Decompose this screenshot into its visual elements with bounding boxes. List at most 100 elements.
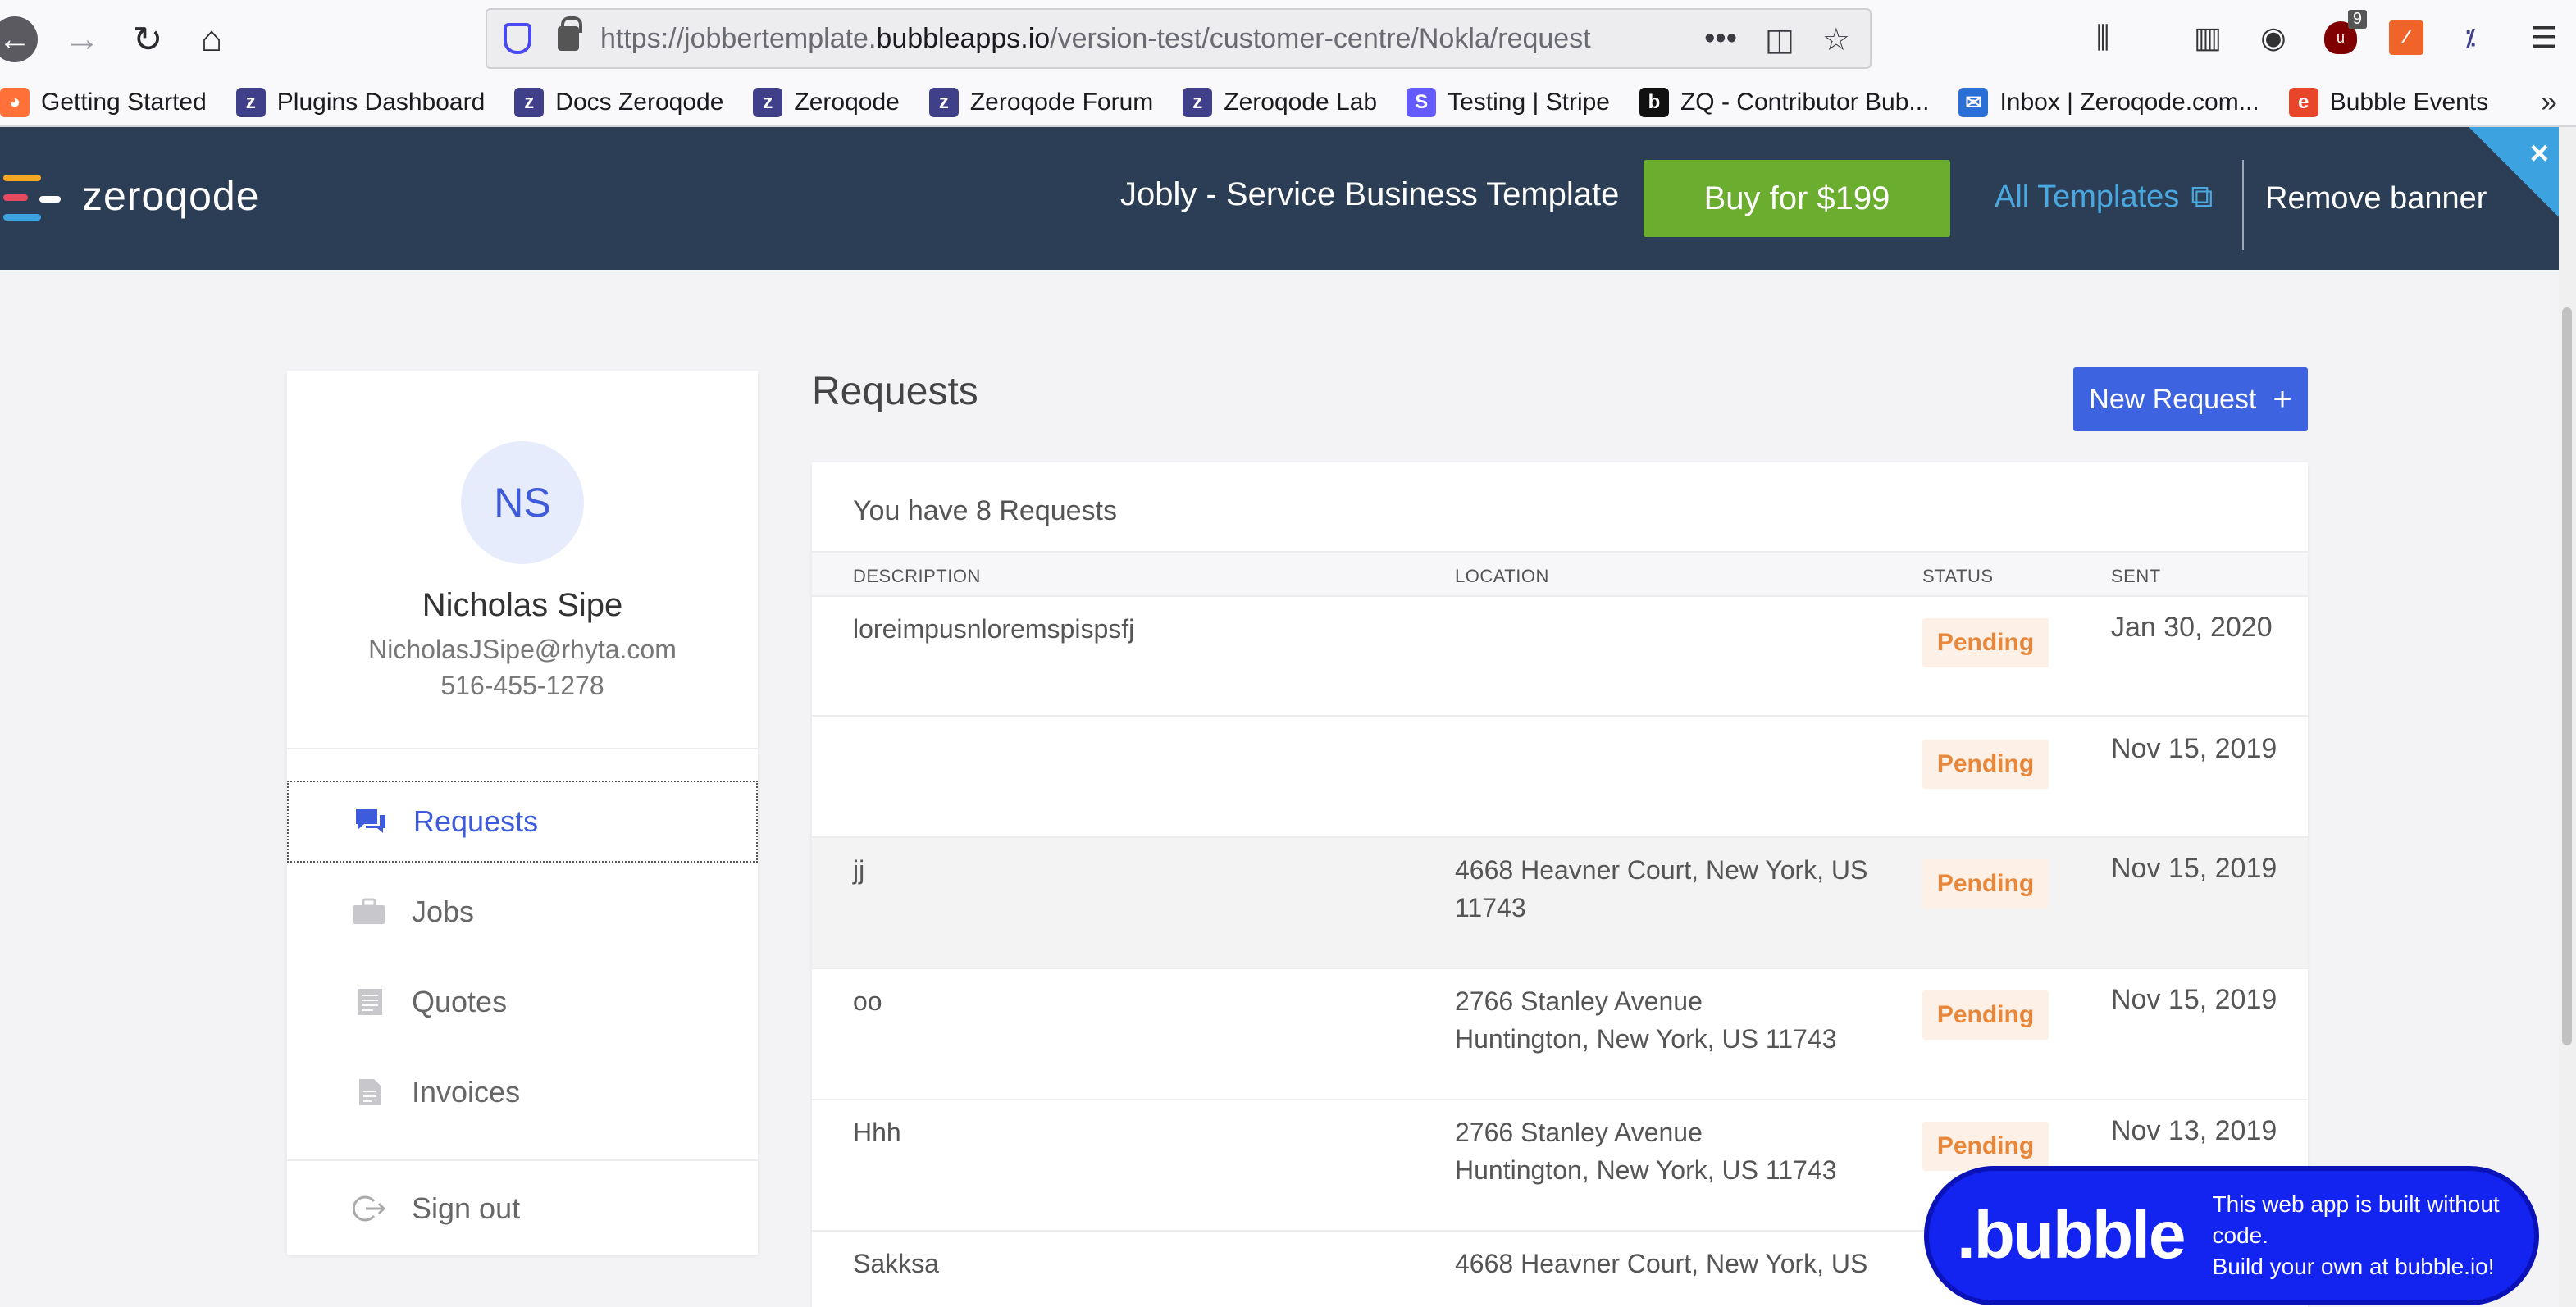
url-text[interactable]: https://jobbertemplate.bubbleapps.io/ver… xyxy=(600,23,1675,55)
all-templates-link[interactable]: All Templates ⧉ xyxy=(1995,180,2213,215)
close-icon: × xyxy=(2529,135,2549,171)
bookmark-item[interactable]: ◕ Getting Started xyxy=(0,88,207,117)
table-row[interactable]: jj 4668 Heavner Court, New York, US 11743 P… xyxy=(812,838,2308,969)
cell-description: jj xyxy=(853,855,865,885)
events-icon: e xyxy=(2288,88,2318,117)
bookmark-label: Testing | Stripe xyxy=(1448,89,1610,116)
bookmark-label: Zeroqode Forum xyxy=(969,89,1154,116)
table-header: DESCRIPTION LOCATION STATUS SENT xyxy=(812,551,2308,597)
external-link-icon: ⧉ xyxy=(2191,180,2214,214)
bookmark-label: Plugins Dashboard xyxy=(276,89,486,116)
close-banner-button[interactable]: × xyxy=(2469,127,2559,217)
sidebar-item-requests[interactable]: Requests xyxy=(287,781,758,863)
bookmark-label: Inbox | Zeroqode.com... xyxy=(1999,89,2259,116)
home-icon[interactable]: ⌂ xyxy=(182,10,241,69)
template-title: Jobly - Service Business Template xyxy=(1120,176,1620,212)
cell-description: Sakksa xyxy=(853,1249,939,1278)
column-header-status: STATUS xyxy=(1922,566,1994,586)
cell-sent: Jan 30, 2020 xyxy=(2111,612,2273,643)
request-count: You have 8 Requests xyxy=(853,495,1117,526)
sidebar-item-label: Jobs xyxy=(412,895,475,928)
menu-icon[interactable]: ☰ xyxy=(2521,15,2567,61)
bubble-b-icon: b xyxy=(1639,88,1669,117)
bookmark-item[interactable]: S Testing | Stripe xyxy=(1407,88,1610,117)
firefox-icon: ◕ xyxy=(0,88,30,117)
ublock-extension-icon[interactable]: u 9 xyxy=(2318,10,2367,61)
bookmark-item[interactable]: e Bubble Events xyxy=(2288,88,2489,117)
zeroqode-icon: z xyxy=(514,88,545,117)
extension-badge: 9 xyxy=(2347,10,2367,29)
bubble-logo: .bubble xyxy=(1957,1198,2186,1273)
account-icon[interactable]: ◉ xyxy=(2250,15,2296,61)
column-header-description: DESCRIPTION xyxy=(853,566,981,586)
table-row[interactable]: Pending Nov 15, 2019 xyxy=(812,718,2308,838)
stripe-icon: S xyxy=(1407,88,1437,117)
bookmark-label: ZQ - Contributor Bub... xyxy=(1680,89,1930,116)
status-badge: Pending xyxy=(1922,618,2049,667)
reload-icon[interactable]: ↻ xyxy=(118,10,177,69)
back-icon[interactable]: ← xyxy=(0,16,38,62)
bookmark-item[interactable]: z Zeroqode xyxy=(753,88,900,117)
bookmark-star-icon[interactable]: ☆ xyxy=(1822,21,1850,58)
location-line: 4668 Heavner Court, New York, US xyxy=(1455,1249,1868,1278)
new-request-button[interactable]: New Request + xyxy=(2073,367,2308,431)
remove-banner-link[interactable]: Remove banner xyxy=(2265,181,2487,216)
bubble-badge-text: This web app is built without code. Buil… xyxy=(2212,1191,2500,1279)
page-scrollbar[interactable] xyxy=(2559,127,2576,1307)
sign-out-button[interactable]: Sign out xyxy=(287,1168,758,1250)
plus-icon: + xyxy=(2273,380,2292,417)
status-badge: Pending xyxy=(1922,1122,2049,1171)
profile-card: NS Nicholas Sipe NicholasJSipe@rhyta.com… xyxy=(287,371,758,1255)
cell-sent: Nov 15, 2019 xyxy=(2111,733,2277,764)
quote-doc-icon xyxy=(353,988,385,1016)
bubble-badge[interactable]: .bubble This web app is built without co… xyxy=(1924,1166,2539,1305)
user-name: Nicholas Sipe xyxy=(422,587,623,623)
bookmark-label: Bubble Events xyxy=(2329,89,2489,116)
zeroqode-logo[interactable]: zeroqode xyxy=(0,163,260,229)
location-line: Huntington, New York, US 11743 xyxy=(1455,1155,1837,1185)
table-row[interactable]: oo 2766 Stanley Avenue Huntington, New Yor… xyxy=(812,969,2308,1100)
location-line: Huntington, New York, US 11743 xyxy=(1455,1024,1837,1054)
table-row[interactable]: loreimpusnloremspispsfj Pending Jan 30, 20… xyxy=(812,597,2308,717)
sidebar-item-jobs[interactable]: Jobs xyxy=(287,871,758,953)
buy-button[interactable]: Buy for $199 xyxy=(1644,160,1950,237)
zeroqode-z-extension-icon[interactable]: ⁒ xyxy=(2447,15,2493,61)
sidebar-item-invoices[interactable]: Invoices xyxy=(287,1051,758,1133)
location-line: 11743 xyxy=(1455,893,1526,922)
forward-icon[interactable]: → xyxy=(52,10,112,69)
sidebar-item-label: Quotes xyxy=(412,985,508,1018)
sign-out-label: Sign out xyxy=(412,1191,521,1225)
cell-sent: Nov 15, 2019 xyxy=(2111,984,2277,1015)
address-bar[interactable]: https://jobbertemplate.bubbleapps.io/ver… xyxy=(486,8,1872,69)
page-actions-icon[interactable]: ••• xyxy=(1704,21,1737,58)
zeroqode-icon: z xyxy=(928,88,959,117)
bookmark-item[interactable]: z Zeroqode Forum xyxy=(928,88,1154,117)
pocket-icon[interactable]: ◫ xyxy=(1765,21,1794,58)
cell-location: 2766 Stanley Avenue Huntington, New York,… xyxy=(1455,1113,1881,1189)
bookmark-item[interactable]: z Plugins Dashboard xyxy=(235,88,486,117)
user-phone: 516-455-1278 xyxy=(440,671,604,700)
bookmark-label: Docs Zeroqode xyxy=(555,89,724,116)
browser-toolbar: ← → ↻ ⌂ https://jobbertemplate.bubbleapp… xyxy=(0,0,2576,79)
scrollbar-thumb[interactable] xyxy=(2562,307,2572,1045)
lock-icon[interactable] xyxy=(558,16,582,51)
zeroqode-icon: z xyxy=(235,88,266,117)
cell-sent: Nov 15, 2019 xyxy=(2111,853,2277,884)
bookmark-item[interactable]: ✉ Inbox | Zeroqode.com... xyxy=(1958,88,2259,117)
cell-location: 4668 Heavner Court, New York, US xyxy=(1455,1245,1881,1282)
bookmarks-overflow-icon[interactable]: » xyxy=(2526,79,2572,125)
avatar: NS xyxy=(461,441,584,564)
tracking-shield-icon[interactable] xyxy=(504,23,531,54)
sidebar-icon[interactable]: ▥ xyxy=(2185,15,2231,61)
location-line: 2766 Stanley Avenue xyxy=(1455,986,1703,1016)
bookmark-item[interactable]: b ZQ - Contributor Bub... xyxy=(1639,88,1929,117)
cell-description: loreimpusnloremspispsfj xyxy=(853,614,1135,644)
sidebar-item-quotes[interactable]: Quotes xyxy=(287,961,758,1043)
sidebar-item-label: Invoices xyxy=(412,1075,521,1109)
zeroqode-extension-icon[interactable]: ⁄ xyxy=(2383,15,2429,61)
bookmark-item[interactable]: z Docs Zeroqode xyxy=(514,88,723,117)
bookmark-item[interactable]: z Zeroqode Lab xyxy=(1183,88,1377,117)
library-icon[interactable]: ⫼ xyxy=(2080,15,2126,61)
cell-description: Hhh xyxy=(853,1118,901,1147)
profile-divider xyxy=(287,748,758,749)
